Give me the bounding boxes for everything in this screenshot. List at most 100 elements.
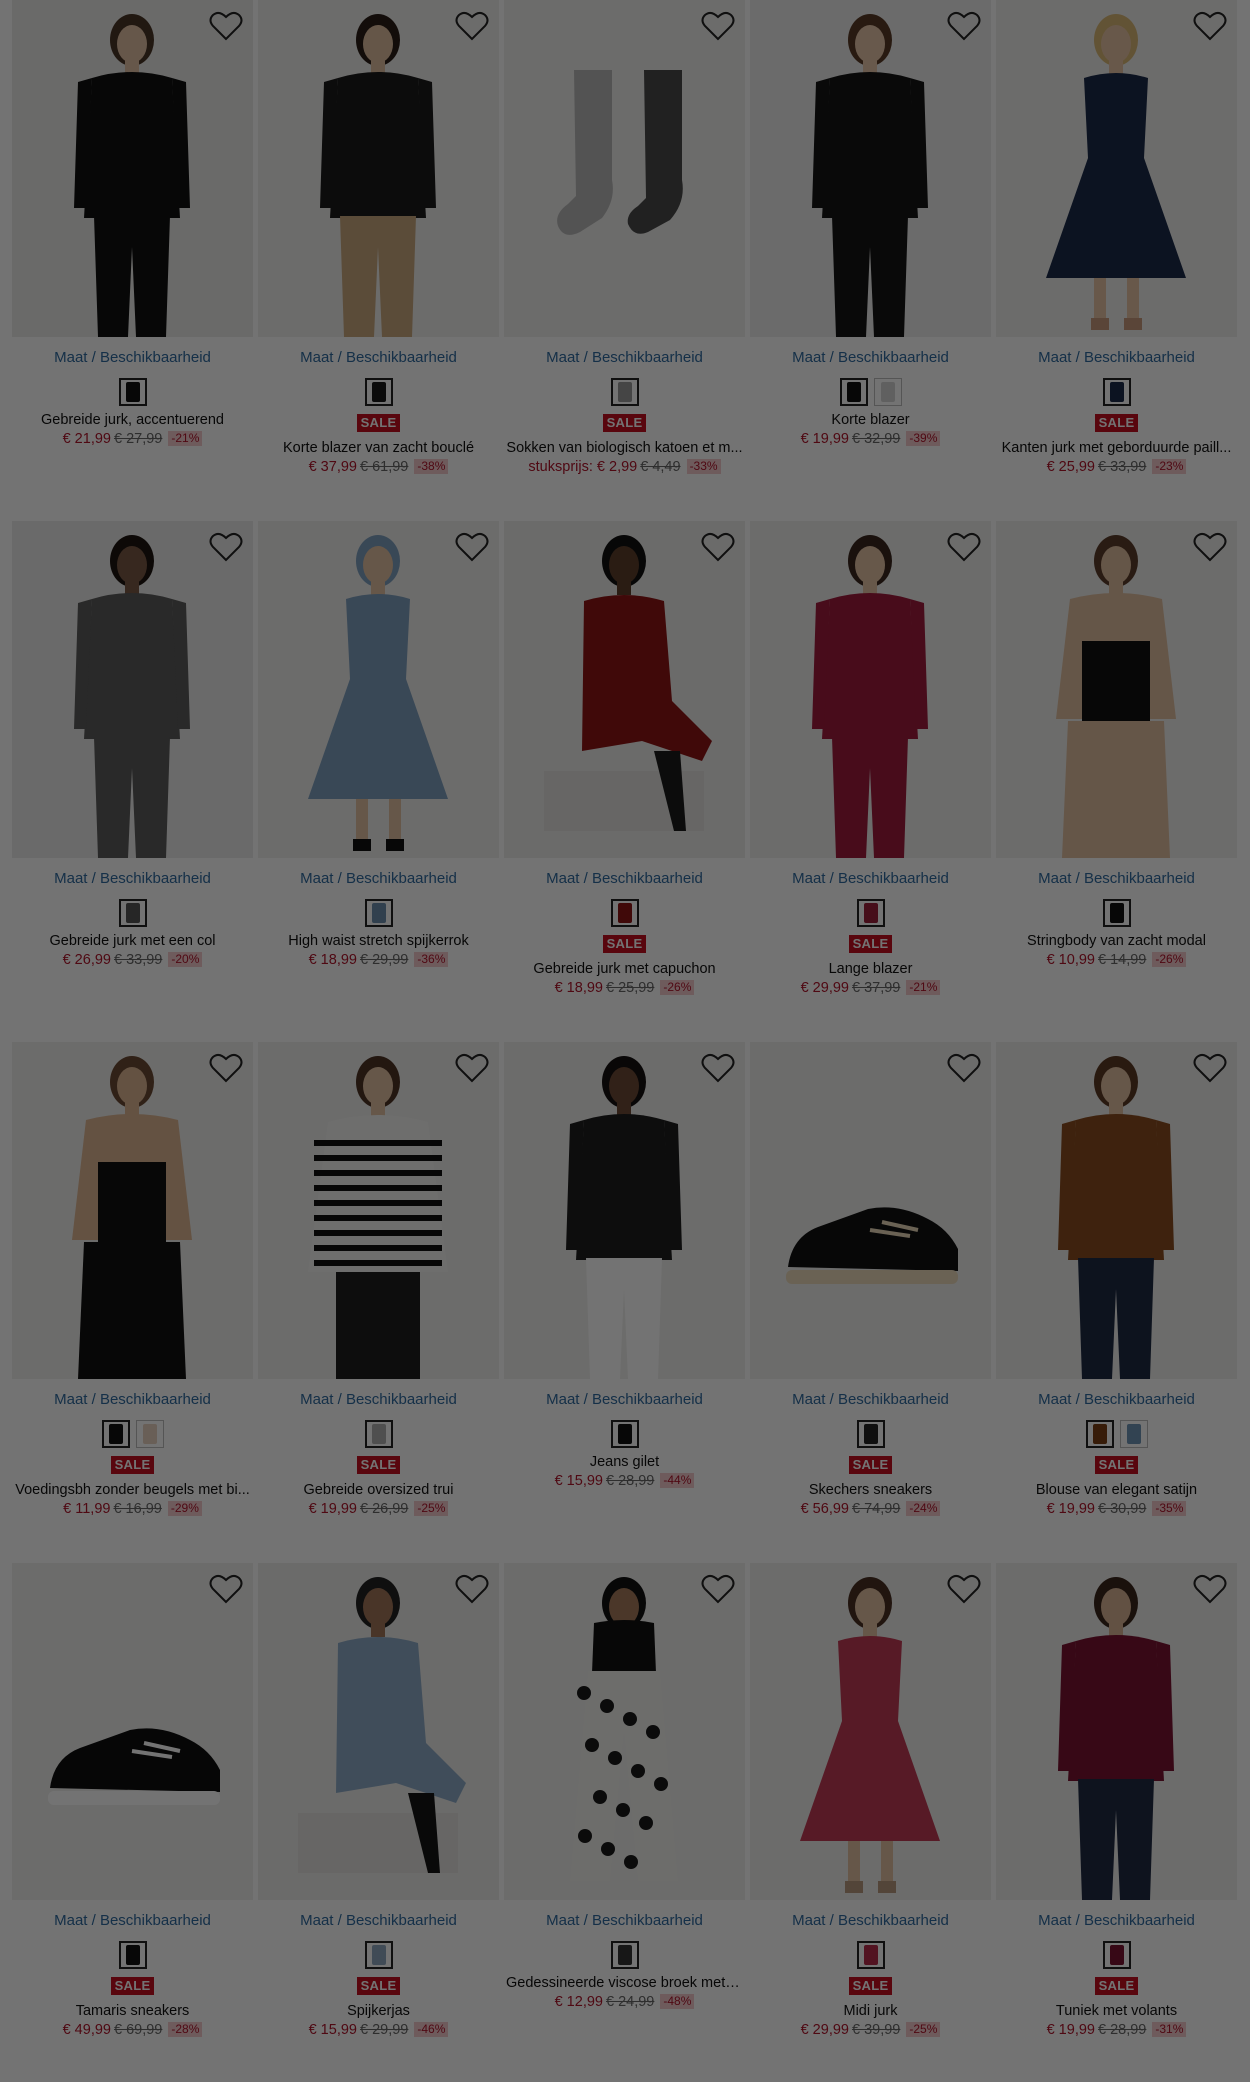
product-title[interactable]: Stringbody van zacht modal — [996, 933, 1237, 949]
size-availability-link[interactable]: Maat / Beschikbaarheid — [12, 349, 253, 366]
product-image[interactable] — [750, 1563, 991, 1900]
size-availability-link[interactable]: Maat / Beschikbaarheid — [504, 1391, 745, 1408]
product-image[interactable] — [258, 1042, 499, 1379]
size-availability-link[interactable]: Maat / Beschikbaarheid — [996, 1391, 1237, 1408]
product-title[interactable]: Blouse van elegant satijn — [996, 1482, 1237, 1498]
size-availability-link[interactable]: Maat / Beschikbaarheid — [258, 870, 499, 887]
size-availability-link[interactable]: Maat / Beschikbaarheid — [996, 870, 1237, 887]
color-swatch[interactable] — [364, 1941, 393, 1969]
color-swatch[interactable] — [1102, 1941, 1131, 1969]
product-image[interactable] — [996, 521, 1237, 858]
size-availability-link[interactable]: Maat / Beschikbaarheid — [258, 349, 499, 366]
product-card[interactable]: Maat / Beschikbaarheid SALE Tuniek met vol… — [996, 1563, 1237, 2084]
product-card[interactable]: Maat / Beschikbaarheid Gebreide jurk met … — [12, 521, 253, 1042]
product-card[interactable]: Maat / Beschikbaarheid Gedessineerde visc… — [504, 1563, 745, 2084]
wishlist-heart-icon[interactable] — [947, 531, 981, 563]
wishlist-heart-icon[interactable] — [947, 1573, 981, 1605]
color-swatch[interactable] — [118, 1941, 147, 1969]
color-swatch[interactable] — [610, 899, 639, 927]
product-card[interactable]: Maat / Beschikbaarheid Korte blazer € 19,9… — [750, 0, 991, 521]
product-title[interactable]: Voedingsbh zonder beugels met bi... — [12, 1482, 253, 1498]
product-card[interactable]: Maat / Beschikbaarheid Gebreide jurk, acc… — [12, 0, 253, 521]
size-availability-link[interactable]: Maat / Beschikbaarheid — [258, 1912, 499, 1929]
wishlist-heart-icon[interactable] — [209, 531, 243, 563]
product-card[interactable]: Maat / Beschikbaarheid SALE Kanten jurk me… — [996, 0, 1237, 521]
product-card[interactable]: Maat / Beschikbaarheid SALE Sokken van bio… — [504, 0, 745, 521]
wishlist-heart-icon[interactable] — [1193, 1573, 1227, 1605]
color-swatch[interactable] — [856, 1941, 885, 1969]
wishlist-heart-icon[interactable] — [701, 1573, 735, 1605]
product-image[interactable] — [504, 0, 745, 337]
product-card[interactable]: Maat / Beschikbaarheid SALE Skechers sneak… — [750, 1042, 991, 1563]
wishlist-heart-icon[interactable] — [947, 1052, 981, 1084]
color-swatch[interactable] — [364, 378, 393, 406]
product-title[interactable]: Skechers sneakers — [750, 1482, 991, 1498]
color-swatch[interactable] — [1102, 899, 1131, 927]
product-title[interactable]: Gebreide oversized trui — [258, 1482, 499, 1498]
color-swatch[interactable] — [1102, 378, 1131, 406]
wishlist-heart-icon[interactable] — [701, 10, 735, 42]
product-card[interactable]: Maat / Beschikbaarheid SALE Gebreide overs… — [258, 1042, 499, 1563]
size-availability-link[interactable]: Maat / Beschikbaarheid — [750, 1912, 991, 1929]
product-title[interactable]: Lange blazer — [750, 961, 991, 977]
color-swatch[interactable] — [839, 378, 868, 406]
wishlist-heart-icon[interactable] — [209, 10, 243, 42]
wishlist-heart-icon[interactable] — [455, 1052, 489, 1084]
size-availability-link[interactable]: Maat / Beschikbaarheid — [504, 870, 745, 887]
size-availability-link[interactable]: Maat / Beschikbaarheid — [996, 1912, 1237, 1929]
size-availability-link[interactable]: Maat / Beschikbaarheid — [258, 1391, 499, 1408]
product-card[interactable]: Maat / Beschikbaarheid SALE Blouse van ele… — [996, 1042, 1237, 1563]
product-card[interactable]: Maat / Beschikbaarheid High waist stretch… — [258, 521, 499, 1042]
size-availability-link[interactable]: Maat / Beschikbaarheid — [750, 870, 991, 887]
wishlist-heart-icon[interactable] — [455, 10, 489, 42]
product-title[interactable]: Gebreide jurk met capuchon — [504, 961, 745, 977]
product-card[interactable]: Maat / Beschikbaarheid SALE Voedingsbh zon… — [12, 1042, 253, 1563]
product-title[interactable]: Jeans gilet — [504, 1454, 745, 1470]
product-image[interactable] — [750, 0, 991, 337]
size-availability-link[interactable]: Maat / Beschikbaarheid — [12, 870, 253, 887]
product-card[interactable]: Maat / Beschikbaarheid SALE Lange blazer € … — [750, 521, 991, 1042]
color-swatch[interactable] — [610, 1420, 639, 1448]
wishlist-heart-icon[interactable] — [947, 10, 981, 42]
product-card[interactable]: Maat / Beschikbaarheid SALE Korte blazer v… — [258, 0, 499, 521]
wishlist-heart-icon[interactable] — [701, 1052, 735, 1084]
product-image[interactable] — [750, 521, 991, 858]
color-swatch[interactable] — [856, 899, 885, 927]
product-image[interactable] — [996, 0, 1237, 337]
product-card[interactable]: Maat / Beschikbaarheid Stringbody van zac… — [996, 521, 1237, 1042]
color-swatch[interactable] — [873, 378, 902, 406]
size-availability-link[interactable]: Maat / Beschikbaarheid — [12, 1391, 253, 1408]
product-title[interactable]: Kanten jurk met geborduurde paill... — [996, 440, 1237, 456]
size-availability-link[interactable]: Maat / Beschikbaarheid — [504, 349, 745, 366]
wishlist-heart-icon[interactable] — [701, 531, 735, 563]
product-image[interactable] — [996, 1563, 1237, 1900]
product-image[interactable] — [12, 1563, 253, 1900]
product-title[interactable]: Spijkerjas — [258, 2003, 499, 2019]
product-image[interactable] — [504, 521, 745, 858]
product-image[interactable] — [12, 0, 253, 337]
color-swatch[interactable] — [135, 1420, 164, 1448]
wishlist-heart-icon[interactable] — [455, 1573, 489, 1605]
wishlist-heart-icon[interactable] — [1193, 1052, 1227, 1084]
product-title[interactable]: Korte blazer — [750, 412, 991, 428]
size-availability-link[interactable]: Maat / Beschikbaarheid — [750, 1391, 991, 1408]
product-title[interactable]: Korte blazer van zacht bouclé — [258, 440, 499, 456]
product-card[interactable]: Maat / Beschikbaarheid SALE Tamaris sneake… — [12, 1563, 253, 2084]
wishlist-heart-icon[interactable] — [455, 531, 489, 563]
product-title[interactable]: High waist stretch spijkerrok — [258, 933, 499, 949]
product-title[interactable]: Gedessineerde viscose broek met s... — [504, 1975, 745, 1991]
product-title[interactable]: Sokken van biologisch katoen et m... — [504, 440, 745, 456]
product-image[interactable] — [504, 1563, 745, 1900]
color-swatch[interactable] — [610, 1941, 639, 1969]
color-swatch[interactable] — [118, 378, 147, 406]
product-image[interactable] — [750, 1042, 991, 1379]
color-swatch[interactable] — [610, 378, 639, 406]
wishlist-heart-icon[interactable] — [209, 1052, 243, 1084]
product-title[interactable]: Gebreide jurk, accentuerend — [12, 412, 253, 428]
product-image[interactable] — [258, 521, 499, 858]
wishlist-heart-icon[interactable] — [1193, 531, 1227, 563]
product-card[interactable]: Maat / Beschikbaarheid Jeans gilet € 15,99… — [504, 1042, 745, 1563]
product-image[interactable] — [12, 1042, 253, 1379]
wishlist-heart-icon[interactable] — [209, 1573, 243, 1605]
color-swatch[interactable] — [856, 1420, 885, 1448]
